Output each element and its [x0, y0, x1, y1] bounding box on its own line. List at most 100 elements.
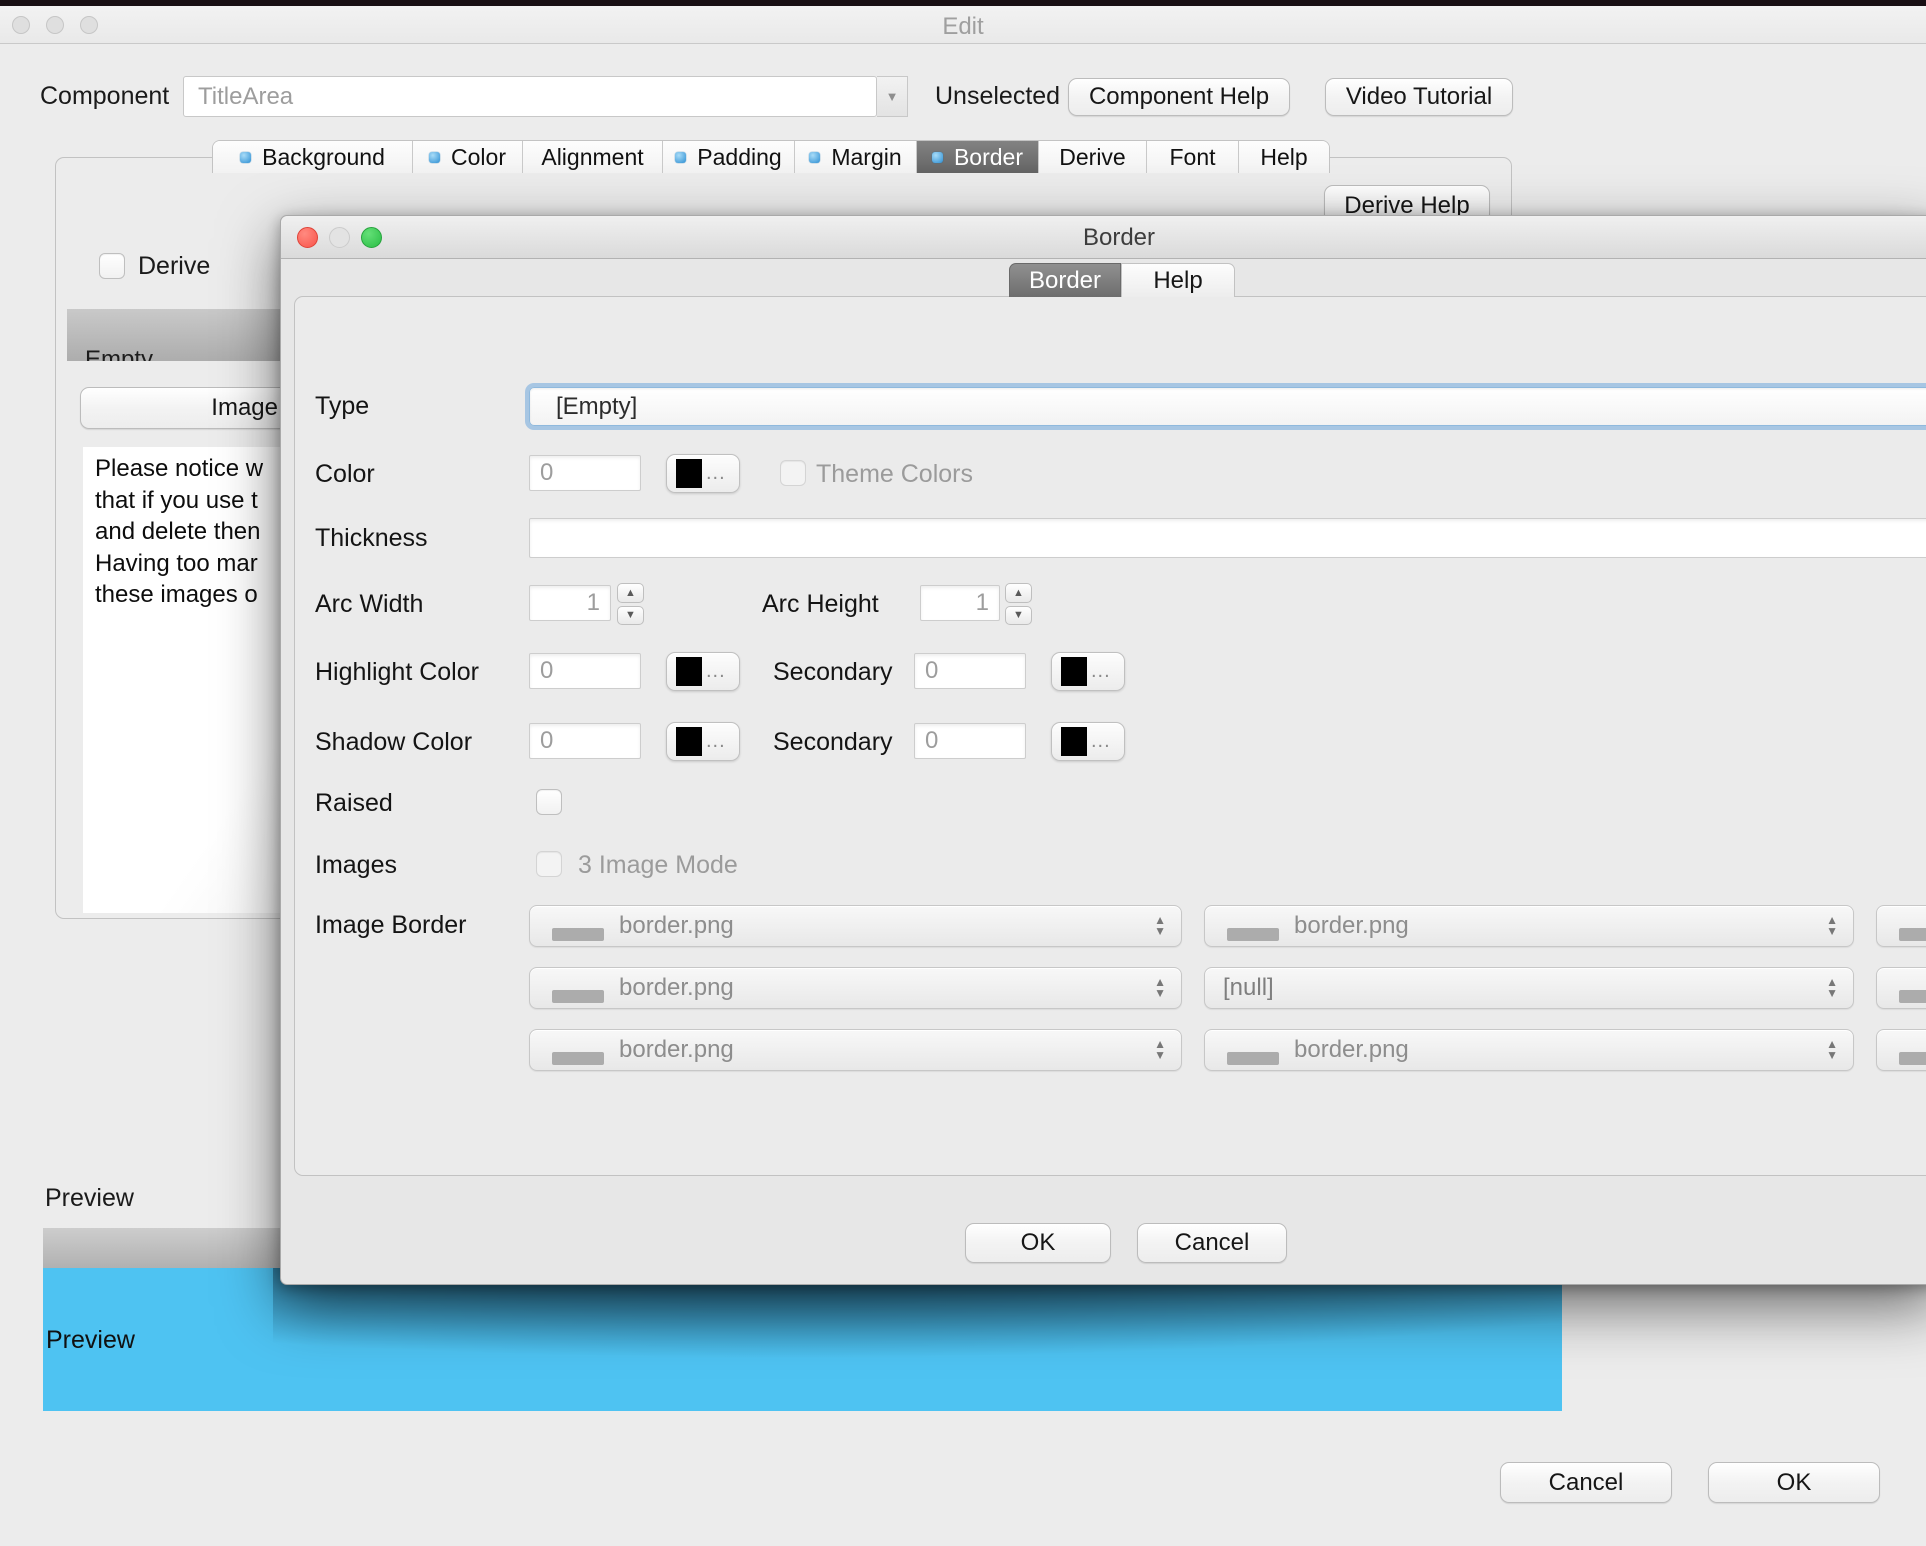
dialog-tab-help[interactable]: Help	[1121, 263, 1235, 297]
dialog-shadow-overlay	[273, 1268, 1562, 1411]
highlight-secondary-label: Secondary	[773, 658, 893, 686]
dialog-cancel-button[interactable]: Cancel	[1137, 1223, 1287, 1263]
tab-help[interactable]: Help	[1239, 141, 1329, 173]
preview-rendering: Preview	[43, 1268, 1562, 1411]
preview-component-text: Preview	[46, 1326, 135, 1354]
component-label: Component	[40, 82, 170, 110]
border-image-thumbnail-icon	[1227, 1051, 1279, 1065]
window-title: Edit	[942, 13, 984, 40]
arc-height-stepper[interactable]: ▲ ▼	[1005, 583, 1032, 625]
image-border-combo-r1c2[interactable]: border.png ▲ ▼	[1204, 905, 1854, 947]
raised-checkbox[interactable]	[536, 789, 562, 815]
theme-colors-checkbox[interactable]	[780, 460, 806, 486]
component-combobox[interactable]: TitleArea	[183, 76, 877, 117]
dialog-ok-button[interactable]: OK	[965, 1223, 1111, 1263]
modified-dot-icon	[675, 151, 687, 163]
thickness-field[interactable]	[529, 518, 1926, 558]
color-picker-button[interactable]: ...	[666, 454, 740, 493]
arc-width-field[interactable]: 1	[529, 585, 611, 621]
border-image-thumbnail-icon	[552, 989, 604, 1003]
border-type-value: Empty	[85, 346, 154, 361]
preview-section-label: Preview	[45, 1184, 134, 1212]
border-dialog: Border Border Help Type [Empty] Color 0 …	[280, 215, 1926, 1285]
derive-checkbox-label: Derive	[138, 252, 211, 280]
image-border-combo-r1c1[interactable]: border.png ▲ ▼	[529, 905, 1182, 947]
shadow-color-picker-button[interactable]: ...	[666, 722, 740, 761]
ellipsis-icon: ...	[706, 462, 726, 484]
stepper-up-icon[interactable]: ▲	[1005, 583, 1032, 603]
tab-alignment[interactable]: Alignment	[523, 141, 663, 173]
edit-cancel-button[interactable]: Cancel	[1500, 1462, 1672, 1503]
border-form-panel: Type [Empty] Color 0 ... Theme Colors Th…	[294, 296, 1926, 1176]
edit-ok-button[interactable]: OK	[1708, 1462, 1880, 1503]
raised-label: Raised	[315, 789, 393, 817]
color-swatch-icon	[1061, 727, 1087, 756]
tab-padding[interactable]: Padding	[663, 141, 795, 173]
dialog-title: Border	[1082, 224, 1156, 251]
close-window-icon[interactable]	[297, 227, 318, 248]
arc-width-label: Arc Width	[315, 590, 424, 618]
video-tutorial-button[interactable]: Video Tutorial	[1325, 78, 1513, 116]
border-dialog-titlebar[interactable]: Border	[281, 216, 1926, 259]
arc-height-field[interactable]: 1	[920, 585, 1000, 621]
modified-dot-icon	[931, 151, 943, 163]
combo-stepper-icon: ▲ ▼	[1826, 975, 1838, 1000]
tab-derive[interactable]: Derive	[1039, 141, 1147, 173]
color-swatch-icon	[676, 657, 702, 686]
image-border-combo-r1c3[interactable]	[1876, 905, 1926, 947]
derive-checkbox[interactable]	[99, 253, 125, 279]
three-image-mode-checkbox[interactable]	[536, 851, 562, 877]
image-border-combo-r2c2[interactable]: [null] ▲ ▼	[1204, 967, 1854, 1009]
image-border-combo-r2c1[interactable]: border.png ▲ ▼	[529, 967, 1182, 1009]
edit-window-titlebar: Edit	[0, 6, 1926, 44]
tab-border[interactable]: Border	[917, 141, 1039, 173]
modified-dot-icon	[240, 151, 252, 163]
image-border-combo-r2c3[interactable]	[1876, 967, 1926, 1009]
color-swatch-icon	[1061, 657, 1087, 686]
selection-status: Unselected	[935, 82, 1061, 110]
arc-height-label: Arc Height	[762, 590, 879, 618]
color-value-field[interactable]: 0	[529, 455, 641, 491]
three-image-mode-label: 3 Image Mode	[578, 851, 738, 879]
zoom-window-icon[interactable]	[361, 227, 382, 248]
highlight-color-picker-button[interactable]: ...	[666, 652, 740, 691]
shadow-color-field[interactable]: 0	[529, 723, 641, 759]
component-help-button[interactable]: Component Help	[1068, 78, 1290, 116]
stepper-down-icon[interactable]: ▼	[1005, 605, 1032, 625]
tab-font[interactable]: Font	[1147, 141, 1239, 173]
shadow-secondary-picker-button[interactable]: ...	[1051, 722, 1125, 761]
arc-width-stepper[interactable]: ▲ ▼	[617, 583, 644, 625]
tab-color[interactable]: Color	[413, 141, 523, 173]
theme-colors-label: Theme Colors	[816, 460, 973, 488]
modified-dot-icon	[429, 151, 441, 163]
thickness-label: Thickness	[315, 524, 428, 552]
combo-stepper-icon: ▲ ▼	[1826, 913, 1838, 938]
tab-background[interactable]: Background	[213, 141, 413, 173]
combo-stepper-icon: ▲ ▼	[1154, 975, 1166, 1000]
modified-dot-icon	[809, 151, 821, 163]
border-image-thumbnail-icon	[1899, 989, 1926, 1003]
stepper-up-icon[interactable]: ▲	[617, 583, 644, 603]
shadow-color-label: Shadow Color	[315, 728, 473, 756]
tab-margin[interactable]: Margin	[795, 141, 917, 173]
shadow-secondary-field[interactable]: 0	[914, 723, 1026, 759]
type-combobox[interactable]: [Empty]	[529, 387, 1926, 426]
ellipsis-icon: ...	[1091, 660, 1111, 682]
image-border-combo-r3c1[interactable]: border.png ▲ ▼	[529, 1029, 1182, 1071]
highlight-secondary-picker-button[interactable]: ...	[1051, 652, 1125, 691]
dialog-tab-border[interactable]: Border	[1009, 263, 1121, 297]
color-swatch-icon	[676, 459, 702, 488]
ellipsis-icon: ...	[706, 660, 726, 682]
ellipsis-icon: ...	[1091, 730, 1111, 752]
style-tab-bar: Background Color Alignment Padding Margi…	[212, 140, 1330, 173]
combo-stepper-icon: ▲ ▼	[1154, 1037, 1166, 1062]
minimize-window-icon[interactable]	[329, 227, 350, 248]
image-border-combo-r3c3[interactable]	[1876, 1029, 1926, 1071]
chevron-down-icon[interactable]: ▼	[877, 76, 908, 117]
border-image-thumbnail-icon	[552, 1051, 604, 1065]
highlight-secondary-field[interactable]: 0	[914, 653, 1026, 689]
stepper-down-icon[interactable]: ▼	[617, 605, 644, 625]
highlight-color-field[interactable]: 0	[529, 653, 641, 689]
border-image-thumbnail-icon	[1899, 927, 1926, 941]
image-border-combo-r3c2[interactable]: border.png ▲ ▼	[1204, 1029, 1854, 1071]
